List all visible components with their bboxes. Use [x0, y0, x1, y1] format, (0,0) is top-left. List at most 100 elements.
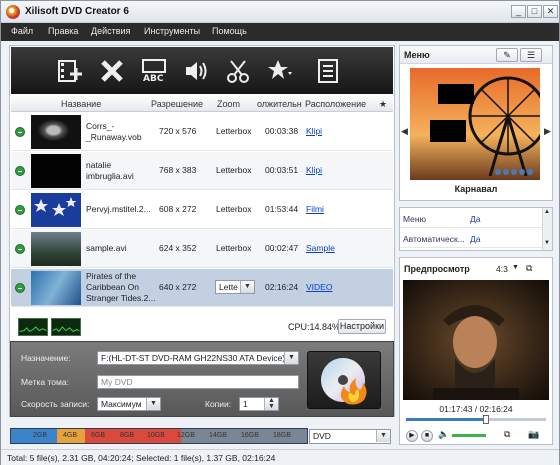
- cpu-graph-2: [51, 318, 81, 336]
- menu-panel-title: Меню: [404, 50, 430, 60]
- row-checkbox[interactable]: [15, 283, 25, 293]
- col-star[interactable]: ★: [379, 99, 387, 110]
- status-bar: Total: 5 file(s), 2.31 GB, 04:20:24; Sel…: [1, 449, 559, 465]
- col-duration[interactable]: олжительн: [257, 99, 302, 109]
- properties-panel: Меню Да Автоматическ... Да ▲ ▼: [399, 207, 553, 251]
- seek-handle[interactable]: [483, 415, 489, 424]
- col-name[interactable]: Название: [61, 99, 101, 109]
- capacity-tick: 8GB: [120, 432, 135, 439]
- capacity-tick: 14GB: [209, 432, 227, 439]
- menu-template-caption: Карнавал: [454, 184, 498, 194]
- file-location-link[interactable]: Klipi: [306, 165, 322, 176]
- scroll-down-icon[interactable]: ▼: [544, 240, 550, 246]
- menu-list-icon[interactable]: [315, 58, 341, 84]
- property-value[interactable]: Да: [470, 234, 480, 244]
- destination-select[interactable]: F:(HL-DT-ST DVD-RAM GH22NS30 ATA Device)…: [97, 351, 299, 365]
- file-zoom: Letterbox: [216, 126, 252, 136]
- capacity-tick: 16GB: [241, 432, 259, 439]
- minimize-button[interactable]: _: [511, 5, 526, 18]
- property-row[interactable]: Меню Да: [400, 208, 542, 228]
- play-icon[interactable]: ▶: [406, 430, 418, 442]
- delete-icon[interactable]: [99, 58, 125, 84]
- menu-template-preview[interactable]: [410, 68, 540, 180]
- seek-bar[interactable]: [406, 415, 546, 424]
- scroll-up-icon[interactable]: ▲: [544, 209, 550, 215]
- table-row-selected[interactable]: Pirates of the Caribbean On Stranger Tid…: [11, 269, 393, 307]
- row-checkbox[interactable]: [15, 166, 25, 176]
- settings-button[interactable]: Настройки: [338, 319, 386, 334]
- table-row[interactable]: natalie imbruglia.avi 768 x 383 Letterbo…: [11, 152, 393, 190]
- capacity-tick: 4GB: [63, 432, 78, 439]
- table-row[interactable]: Corrs_- _Runaway.vob 720 x 576 Letterbox…: [11, 113, 393, 151]
- audio-icon[interactable]: [183, 58, 209, 84]
- capacity-tick: 18GB: [273, 432, 291, 439]
- menu-help[interactable]: Помощь: [212, 26, 247, 36]
- video-thumbnail: [31, 154, 81, 188]
- volume-slider[interactable]: [452, 434, 486, 437]
- row-checkbox[interactable]: [15, 244, 25, 254]
- video-thumbnail: [31, 271, 81, 305]
- file-location-link[interactable]: Sample: [306, 243, 335, 254]
- pop-out-icon[interactable]: ⧉: [526, 263, 532, 274]
- menu-panel-header: Меню ✎ ☰: [400, 46, 552, 64]
- volume-icon[interactable]: 🔈: [438, 429, 449, 440]
- capacity-tick: 12GB: [177, 432, 195, 439]
- file-name: Pervyj.mstitel.2...: [86, 204, 151, 214]
- write-speed-select[interactable]: Максимум ▼: [97, 397, 161, 411]
- property-key: Автоматическ...: [403, 234, 465, 244]
- stepper-arrows-icon[interactable]: ▲ ▼: [264, 398, 278, 410]
- copies-label: Копии:: [205, 399, 232, 409]
- burn-button[interactable]: [307, 351, 381, 409]
- subtitle-icon[interactable]: ABC: [141, 58, 167, 84]
- edit-menu-icon[interactable]: ✎: [496, 48, 518, 62]
- volume-label: Метка тома:: [21, 377, 69, 387]
- aspect-ratio-select[interactable]: 4:3: [496, 264, 508, 274]
- file-location-link[interactable]: VIDEO: [306, 282, 332, 293]
- menu-tools[interactable]: Инструменты: [144, 26, 200, 36]
- add-file-icon[interactable]: [57, 58, 83, 84]
- copies-stepper[interactable]: 1 ▲ ▼: [239, 397, 279, 411]
- property-value[interactable]: Да: [470, 214, 480, 224]
- snapshot-icon[interactable]: 📷: [528, 429, 539, 440]
- file-resolution: 608 x 272: [159, 204, 197, 214]
- stop-icon[interactable]: ■: [421, 430, 433, 442]
- table-row[interactable]: Pervyj.mstitel.2... 608 x 272 Letterbox …: [11, 191, 393, 229]
- col-resolution[interactable]: Разрешение: [151, 99, 203, 109]
- clip-icon[interactable]: [225, 58, 251, 84]
- close-button[interactable]: ✕: [543, 5, 558, 18]
- properties-scrollbar[interactable]: ▲ ▼: [542, 208, 552, 250]
- file-resolution: 624 x 352: [159, 243, 197, 253]
- menu-list-view-icon[interactable]: ☰: [520, 48, 542, 62]
- title-bar: Xilisoft DVD Creator 6 _ □ ✕: [1, 1, 559, 23]
- app-logo-icon: [6, 5, 20, 19]
- effect-icon[interactable]: [267, 58, 293, 84]
- col-zoom[interactable]: Zoom: [217, 99, 240, 109]
- video-thumbnail: [31, 115, 81, 149]
- volume-label-input[interactable]: My DVD: [97, 375, 299, 389]
- property-key: Меню: [403, 214, 426, 224]
- maximize-button[interactable]: □: [527, 5, 542, 18]
- file-location-link[interactable]: Klipi: [306, 126, 322, 137]
- table-row[interactable]: sample.avi 624 x 352 Letterbox 00:02:47 …: [11, 230, 393, 268]
- property-row[interactable]: Автоматическ... Да: [400, 228, 542, 248]
- menu-actions[interactable]: Действия: [91, 26, 130, 36]
- preview-title: Предпросмотр: [404, 264, 470, 274]
- chevron-down-icon[interactable]: ▼: [512, 264, 519, 271]
- col-location[interactable]: Расположение: [305, 99, 366, 109]
- chevron-down-icon: ▼: [146, 398, 160, 410]
- menu-edit[interactable]: Правка: [48, 26, 78, 36]
- file-zoom: Letterbox: [216, 243, 252, 253]
- disc-type-select[interactable]: DVD ▼: [309, 429, 391, 444]
- next-template-icon[interactable]: ▶: [544, 126, 551, 137]
- row-checkbox[interactable]: [15, 127, 25, 137]
- preview-time: 01:17:43 / 02:16:24: [439, 404, 513, 414]
- zoom-select[interactable]: Lette ▼: [215, 280, 255, 294]
- file-location-link[interactable]: Filmi: [306, 204, 324, 215]
- prev-template-icon[interactable]: ◀: [401, 126, 408, 137]
- row-checkbox[interactable]: [15, 205, 25, 215]
- video-thumbnail: [31, 232, 81, 266]
- menu-file[interactable]: Файл: [11, 26, 33, 36]
- destination-value: F:(HL-DT-ST DVD-RAM GH22NS30 ATA Device): [101, 353, 286, 363]
- fullscreen-icon[interactable]: ⧉: [504, 429, 510, 440]
- seek-progress: [406, 418, 486, 421]
